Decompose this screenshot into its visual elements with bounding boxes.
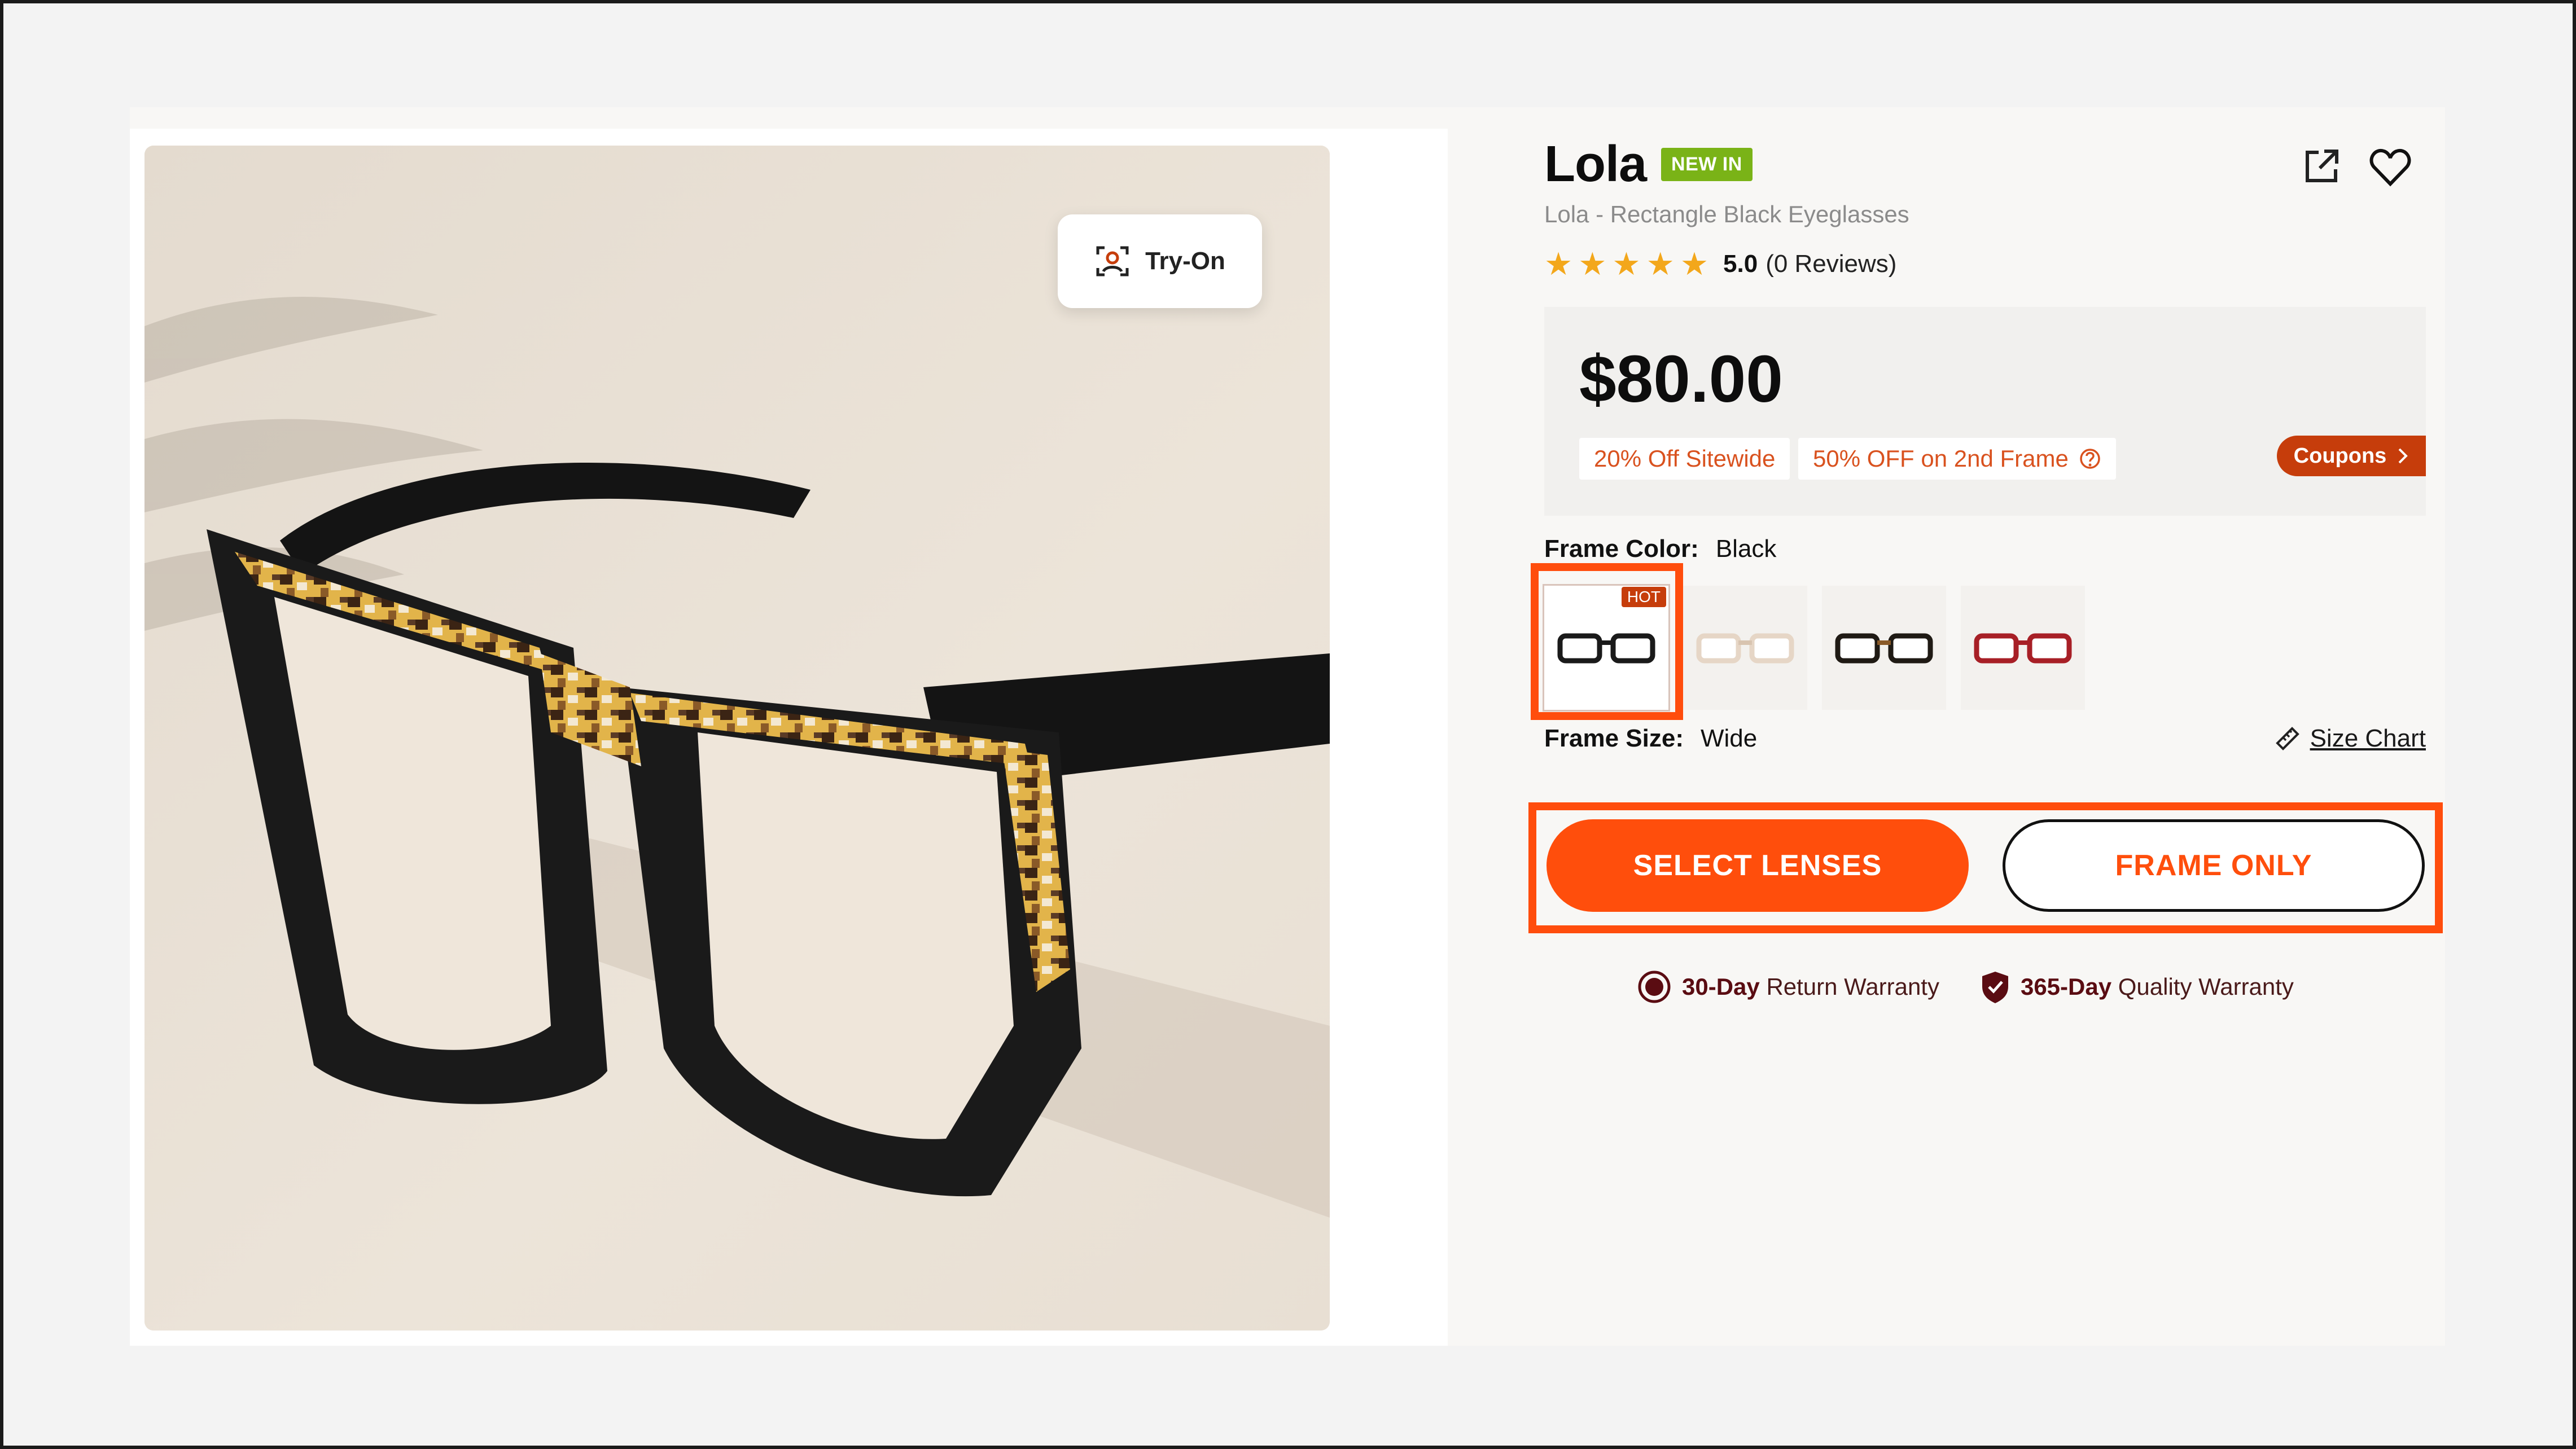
frame-size-value: Wide xyxy=(1700,725,1758,752)
promo-label: 20% Off Sitewide xyxy=(1594,445,1776,472)
frame-size-row: Frame Size: Wide xyxy=(1544,725,1757,753)
eyeglasses-image xyxy=(144,146,1330,1331)
share-icon[interactable] xyxy=(2302,147,2341,186)
price: $80.00 xyxy=(1579,342,1783,416)
quality-warranty: 365-Day Quality Warranty xyxy=(1980,969,2294,1004)
title-row: Lola NEW IN xyxy=(1544,135,1753,194)
return-warranty: 30-Day Return Warranty xyxy=(1637,969,1939,1004)
frame-color-value: Black xyxy=(1715,535,1777,563)
return-30-icon xyxy=(1638,971,1671,1003)
frame-color-label: Frame Color: xyxy=(1544,535,1699,563)
coupons-label: Coupons xyxy=(2293,444,2387,468)
quality-warranty-text: Quality Warranty xyxy=(2118,973,2294,1000)
price-box: $80.00 20% Off Sitewide 50% OFF on 2nd F… xyxy=(1544,307,2426,516)
swatch-red[interactable] xyxy=(1961,586,2085,710)
coupons-button[interactable]: Coupons xyxy=(2277,436,2426,476)
shield-check-icon xyxy=(1982,972,2008,1003)
product-subtitle: Lola - Rectangle Black Eyeglasses xyxy=(1544,201,1909,227)
star-rating: ★ ★ ★ ★ ★ xyxy=(1544,248,1708,280)
glasses-thumbnail xyxy=(1974,633,2072,664)
product-title: Lola xyxy=(1544,136,1647,192)
actions-highlight xyxy=(1528,802,2443,933)
star-icon: ★ xyxy=(1680,246,1709,282)
frame-color-row: Frame Color: Black xyxy=(1544,535,1776,563)
promo-label: 50% OFF on 2nd Frame xyxy=(1813,445,2069,472)
new-in-badge: NEW IN xyxy=(1661,148,1753,181)
swatch-black-tortoise[interactable] xyxy=(1822,586,1946,710)
star-icon: ★ xyxy=(1578,246,1607,282)
rating-value: 5.0 xyxy=(1723,250,1758,278)
face-scan-icon xyxy=(1096,246,1129,276)
swatch-highlight xyxy=(1531,563,1683,720)
rating-row[interactable]: ★ ★ ★ ★ ★ 5.0 (0 Reviews) xyxy=(1544,248,1896,280)
return-warranty-days: 30-Day xyxy=(1682,973,1760,1000)
promo-second-frame[interactable]: 50% OFF on 2nd Frame xyxy=(1798,438,2116,480)
size-chart-link[interactable]: Size Chart xyxy=(2275,725,2426,753)
star-icon: ★ xyxy=(1646,246,1675,282)
help-icon[interactable] xyxy=(2079,447,2101,470)
size-chart-label: Size Chart xyxy=(2310,725,2426,752)
glasses-thumbnail xyxy=(1696,633,1794,664)
promo-sitewide: 20% Off Sitewide xyxy=(1579,438,1790,480)
star-icon: ★ xyxy=(1612,246,1641,282)
quality-warranty-days: 365-Day xyxy=(2020,973,2112,1000)
reviews-link[interactable]: (0 Reviews) xyxy=(1765,250,1896,278)
star-icon: ★ xyxy=(1544,246,1573,282)
glasses-thumbnail xyxy=(1835,633,1933,664)
heart-icon[interactable] xyxy=(2369,148,2411,187)
frame-size-label: Frame Size: xyxy=(1544,725,1684,752)
ruler-icon xyxy=(2275,727,2299,750)
product-photo xyxy=(144,146,1330,1331)
chevron-right-icon xyxy=(2398,448,2408,464)
return-warranty-text: Return Warranty xyxy=(1766,973,1939,1000)
swatch-clear[interactable] xyxy=(1683,586,1807,710)
try-on-label: Try-On xyxy=(1145,247,1225,275)
warranty-row: 30-Day Return Warranty 365-Day Quality W… xyxy=(1637,969,2294,1004)
try-on-button[interactable]: Try-On xyxy=(1058,214,1262,308)
